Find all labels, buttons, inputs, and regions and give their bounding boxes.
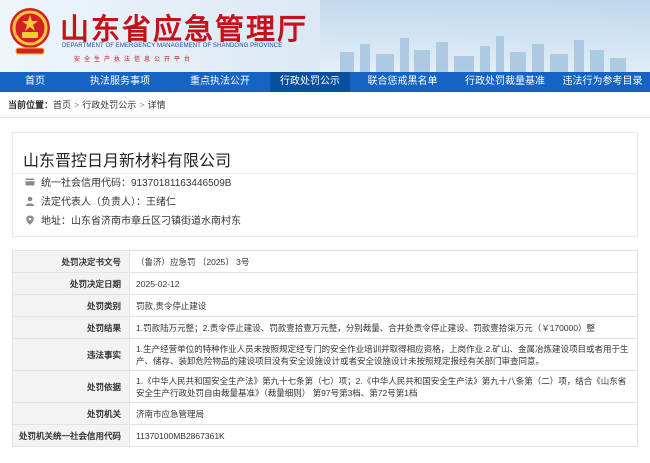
site-slogan: 安全生产执法信息公开平台 xyxy=(74,57,195,63)
legal-rep-label: 法定代表人（负责人）： xyxy=(41,197,146,208)
row-label-authority-credit-code: 处罚机关统一社会信用代码 xyxy=(11,424,131,447)
penalty-details-table: 处罚决定书文号 （鲁济）应急罚 〔2025〕 3号 处罚决定日期 2025-02… xyxy=(11,250,638,447)
credit-card-icon xyxy=(25,178,35,186)
nav-item-violation-catalog[interactable]: 违法行为参考目录 xyxy=(555,72,650,92)
breadcrumb: 当前位置：首页 > 行政处罚公示 > 详情 xyxy=(8,97,166,113)
row-label-penalty-basis: 处罚依据 xyxy=(11,370,131,403)
row-label-penalty-authority: 处罚机关 xyxy=(11,402,131,425)
company-name: 山东晋控日月新材料有限公司 xyxy=(23,153,232,170)
row-label-decision-date: 处罚决定日期 xyxy=(11,272,131,295)
table-row: 处罚决定日期 2025-02-12 xyxy=(11,272,638,295)
nav-item-home[interactable]: 首页 xyxy=(0,72,70,92)
address-row: 地址：山东省济南市章丘区刁镇街道水南村东 xyxy=(25,215,241,229)
main-nav: 首页 执法服务事项 重点执法公开 行政处罚公示 联合惩戒黑名单 行政处罚裁量基准… xyxy=(0,72,650,92)
row-value-penalty-category: 罚款,责令停止建设 xyxy=(129,294,638,317)
nav-item-blacklist[interactable]: 联合惩戒黑名单 xyxy=(350,72,455,92)
row-value-authority-credit-code: 11370100MB2867361K xyxy=(129,424,638,447)
row-value-penalty-basis: 1.《中华人民共和国安全生产法》第九十七条第（七）项；2.《中华人民共和国安全生… xyxy=(129,370,638,403)
table-row: 处罚依据 1.《中华人民共和国安全生产法》第九十七条第（七）项；2.《中华人民共… xyxy=(11,370,638,403)
address-label: 地址： xyxy=(41,216,71,227)
row-value-penalty-result: 1.罚款陆万元整；2.责令停止建设、罚款壹拾壹万元整，分别裁量、合并处责令停止建… xyxy=(129,316,638,339)
site-header: 山东省应急管理厅 DEPARTMENT OF EMERGENCY MANAGEM… xyxy=(0,0,650,72)
nav-item-penalty-benchmark[interactable]: 行政处罚裁量基准 xyxy=(455,72,555,92)
company-panel: 山东晋控日月新材料有限公司 统一社会信用代码：91370181163446509… xyxy=(12,132,638,237)
nav-item-enforcement-services[interactable]: 执法服务事项 xyxy=(70,72,170,92)
nav-item-penalty-disclosure[interactable]: 行政处罚公示 xyxy=(270,72,350,92)
city-skyline-graphic xyxy=(340,36,626,72)
site-title-english: DEPARTMENT OF EMERGENCY MANAGEMENT OF SH… xyxy=(62,43,283,49)
site-title: 山东省应急管理厅 xyxy=(60,14,309,46)
credit-code-row: 统一社会信用代码：91370181163446509B xyxy=(25,177,231,191)
credit-code-value: 91370181163446509B xyxy=(131,178,232,189)
legal-rep-value: 王绪仁 xyxy=(146,197,176,208)
company-divider xyxy=(13,173,637,174)
breadcrumb-separator: > xyxy=(139,100,145,110)
table-row: 处罚结果 1.罚款陆万元整；2.责令停止建设、罚款壹拾壹万元整，分别裁量、合并处… xyxy=(11,316,638,339)
breadcrumb-label: 当前位置： xyxy=(8,100,54,110)
row-value-decision-date: 2025-02-12 xyxy=(129,272,638,295)
row-label-penalty-result: 处罚结果 xyxy=(11,316,131,339)
breadcrumb-separator: > xyxy=(74,100,80,110)
address-value: 山东省济南市章丘区刁镇街道水南村东 xyxy=(71,216,241,227)
row-label-violation-facts: 违法事实 xyxy=(11,338,131,371)
location-pin-icon xyxy=(26,215,34,225)
table-row: 违法事实 1.生产经营单位的特种作业人员未按照规定经专门的安全作业培训并取得相应… xyxy=(11,338,638,371)
table-row: 处罚类别 罚款,责令停止建设 xyxy=(11,294,638,317)
breadcrumb-current: 详情 xyxy=(147,100,166,110)
row-label-penalty-category: 处罚类别 xyxy=(11,294,131,317)
breadcrumb-divider xyxy=(0,117,650,118)
table-row: 处罚机关统一社会信用代码 11370100MB2867361K xyxy=(11,424,638,447)
national-emblem-icon xyxy=(10,8,50,55)
breadcrumb-link-penalty[interactable]: 行政处罚公示 xyxy=(82,100,136,110)
table-row: 处罚决定书文号 （鲁济）应急罚 〔2025〕 3号 xyxy=(11,250,638,273)
row-value-decision-number: （鲁济）应急罚 〔2025〕 3号 xyxy=(129,250,638,273)
table-row: 处罚机关 济南市应急管理局 xyxy=(11,402,638,425)
breadcrumb-link-home[interactable]: 首页 xyxy=(53,100,71,110)
row-label-decision-number: 处罚决定书文号 xyxy=(11,250,131,273)
legal-rep-row: 法定代表人（负责人）：王绪仁 xyxy=(25,196,176,210)
user-icon xyxy=(25,196,35,206)
row-value-penalty-authority: 济南市应急管理局 xyxy=(129,402,638,425)
credit-code-label: 统一社会信用代码： xyxy=(41,178,131,189)
row-value-violation-facts: 1.生产经营单位的特种作业人员未按照规定经专门的安全作业培训并取得相应资格，上岗… xyxy=(129,338,638,371)
nav-item-key-enforcement[interactable]: 重点执法公开 xyxy=(170,72,270,92)
